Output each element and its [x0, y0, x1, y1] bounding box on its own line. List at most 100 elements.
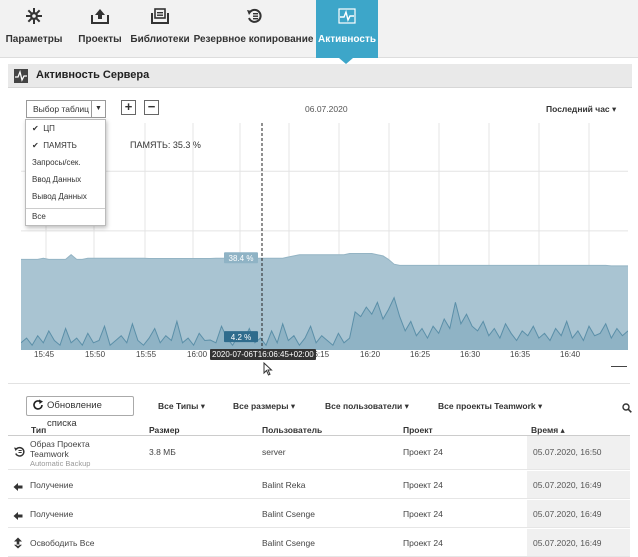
section-header: Активность Сервера: [8, 64, 632, 88]
tab-parameters-label: Параметры: [5, 34, 63, 45]
menu-item-label: Запросы/сек.: [32, 158, 81, 167]
row-time-cell: 05.07.2020, 16:49: [527, 500, 630, 527]
memory-value-tag: 38.4 %: [229, 254, 254, 263]
receive-arrow-icon: [13, 479, 23, 497]
row-size: 3.8 МБ: [149, 447, 176, 457]
top-nav: Параметры Проекты Библиотеки Резервное к…: [0, 0, 638, 58]
x-tick-label: 16:35: [510, 350, 531, 359]
row-type: Образ Проекта: [30, 439, 90, 449]
tab-projects[interactable]: Проекты: [74, 0, 126, 58]
menu-item-label: ПАМЯТЬ: [43, 141, 77, 150]
row-project: Проект 24: [403, 538, 443, 548]
backup-restore-icon: [193, 0, 314, 34]
table-select-menu: ✔ ЦП ✔ ПАМЯТЬ Запросы/сек. Ввод Данных В…: [25, 119, 106, 226]
section-title: Активность Сервера: [36, 69, 150, 81]
menu-item-label: Все: [32, 212, 46, 221]
tab-activity[interactable]: Активность: [316, 0, 378, 58]
activity-pulse-icon: [316, 0, 378, 34]
column-header-size[interactable]: Размер: [149, 425, 180, 435]
filter-users[interactable]: Все пользователи ▾: [325, 401, 409, 412]
x-tick-label: 15:55: [136, 350, 157, 359]
mouse-pointer-icon: [263, 361, 273, 381]
row-subtitle: Automatic Backup: [30, 459, 91, 468]
table-row[interactable]: Образ Проекта Teamwork Automatic Backup …: [8, 436, 630, 470]
menu-item-label: ЦП: [43, 124, 55, 133]
row-time-cell: 05.07.2020, 16:49: [527, 529, 630, 556]
menu-item-cpu[interactable]: ✔ ЦП: [26, 120, 105, 138]
activity-page: { "nav": { "tabs": [ {"label": "Параметр…: [0, 0, 638, 557]
row-type: Освободить Все: [30, 538, 95, 548]
row-time: 05.07.2020, 16:49: [533, 509, 602, 519]
menu-item-data-out[interactable]: Вывод Данных: [26, 188, 105, 206]
menu-item-requests[interactable]: Запросы/сек.: [26, 154, 105, 172]
activity-pulse-icon: [14, 69, 28, 83]
receive-arrow-icon: [13, 508, 23, 526]
refresh-list-button[interactable]: Обновление списка: [26, 396, 134, 429]
tab-activity-label: Активность: [317, 34, 377, 45]
row-user: Balint Csenge: [262, 509, 315, 519]
time-range-dropdown[interactable]: Последний час ▾: [546, 104, 616, 115]
filter-projects[interactable]: Все проекты Teamwork ▾: [438, 401, 542, 412]
row-user: Balint Reka: [262, 480, 306, 490]
x-tick-label: 16:00: [187, 350, 208, 359]
column-header-project[interactable]: Проект: [403, 425, 433, 435]
table-row[interactable]: Получение Balint Csenge Проект 24 05.07.…: [8, 500, 630, 528]
menu-item-data-in[interactable]: Ввод Данных: [26, 171, 105, 189]
refresh-icon: [32, 399, 44, 418]
row-user: server: [262, 447, 286, 457]
activity-chart[interactable]: 38.4 % 4.2 %: [21, 123, 628, 350]
x-tick-label: 16:25: [410, 350, 431, 359]
row-project: Проект 24: [403, 509, 443, 519]
menu-item-all[interactable]: Все: [26, 208, 105, 226]
x-tick-label: 16:20: [360, 350, 381, 359]
row-user: Balint Csenge: [262, 538, 315, 548]
collapse-chart-button[interactable]: [611, 366, 627, 367]
tab-libraries[interactable]: Библиотеки: [128, 0, 192, 58]
zoom-out-button[interactable]: −: [144, 100, 159, 115]
release-all-icon: [13, 536, 23, 554]
x-tick-label: 16:40: [560, 350, 581, 359]
table-select-label: Выбор таблиц: [33, 104, 90, 114]
filter-types[interactable]: Все Типы ▾: [158, 401, 205, 412]
x-tick-label: 15:45: [34, 350, 55, 359]
row-time-cell: 05.07.2020, 16:49: [527, 471, 630, 498]
row-type: Получение: [30, 509, 74, 519]
cursor-time-badge: 2020-07-06T16:06:45+02:00: [210, 349, 316, 360]
row-project: Проект 24: [403, 447, 443, 457]
x-tick-label: 16:30: [460, 350, 481, 359]
row-type: Получение: [30, 480, 74, 490]
filter-sizes[interactable]: Все размеры ▾: [233, 401, 295, 412]
backup-restore-icon: [13, 445, 25, 463]
tab-libraries-label: Библиотеки: [130, 34, 190, 45]
check-icon: ✔: [32, 141, 39, 150]
chart-svg: 38.4 % 4.2 %: [21, 123, 628, 350]
gear-icon: [0, 0, 68, 34]
table-row[interactable]: Получение Balint Reka Проект 24 05.07.20…: [8, 471, 630, 499]
zoom-in-button[interactable]: +: [121, 100, 136, 115]
menu-item-memory[interactable]: ✔ ПАМЯТЬ: [26, 137, 105, 155]
row-time: 05.07.2020, 16:50: [533, 447, 602, 457]
library-icon: [128, 0, 192, 34]
table-select-dropdown[interactable]: Выбор таблиц ▼: [26, 100, 106, 118]
row-time: 05.07.2020, 16:49: [533, 538, 602, 548]
search-icon[interactable]: [622, 400, 632, 418]
projects-upload-icon: [74, 0, 126, 34]
row-type-line2: Teamwork: [30, 449, 69, 459]
tab-backup-label: Резервное копирование: [193, 34, 314, 45]
section-divider: [8, 383, 630, 384]
menu-item-label: Ввод Данных: [32, 175, 82, 184]
table-row[interactable]: Освободить Все Balint Csenge Проект 24 0…: [8, 529, 630, 557]
tab-parameters[interactable]: Параметры: [0, 0, 68, 58]
row-time: 05.07.2020, 16:49: [533, 480, 602, 490]
tab-projects-label: Проекты: [78, 34, 122, 45]
column-header-user[interactable]: Пользователь: [262, 425, 322, 435]
row-project: Проект 24: [403, 480, 443, 490]
row-time-cell: 05.07.2020, 16:50: [527, 436, 630, 469]
column-header-type[interactable]: Тип: [31, 425, 46, 435]
cpu-value-tag: 4.2 %: [231, 333, 251, 342]
chevron-down-icon: ▼: [91, 101, 105, 117]
refresh-label: Обновление списка: [47, 400, 102, 429]
check-icon: ✔: [32, 124, 39, 133]
chart-date: 06.07.2020: [305, 104, 348, 114]
tab-backup[interactable]: Резервное копирование: [193, 0, 314, 58]
